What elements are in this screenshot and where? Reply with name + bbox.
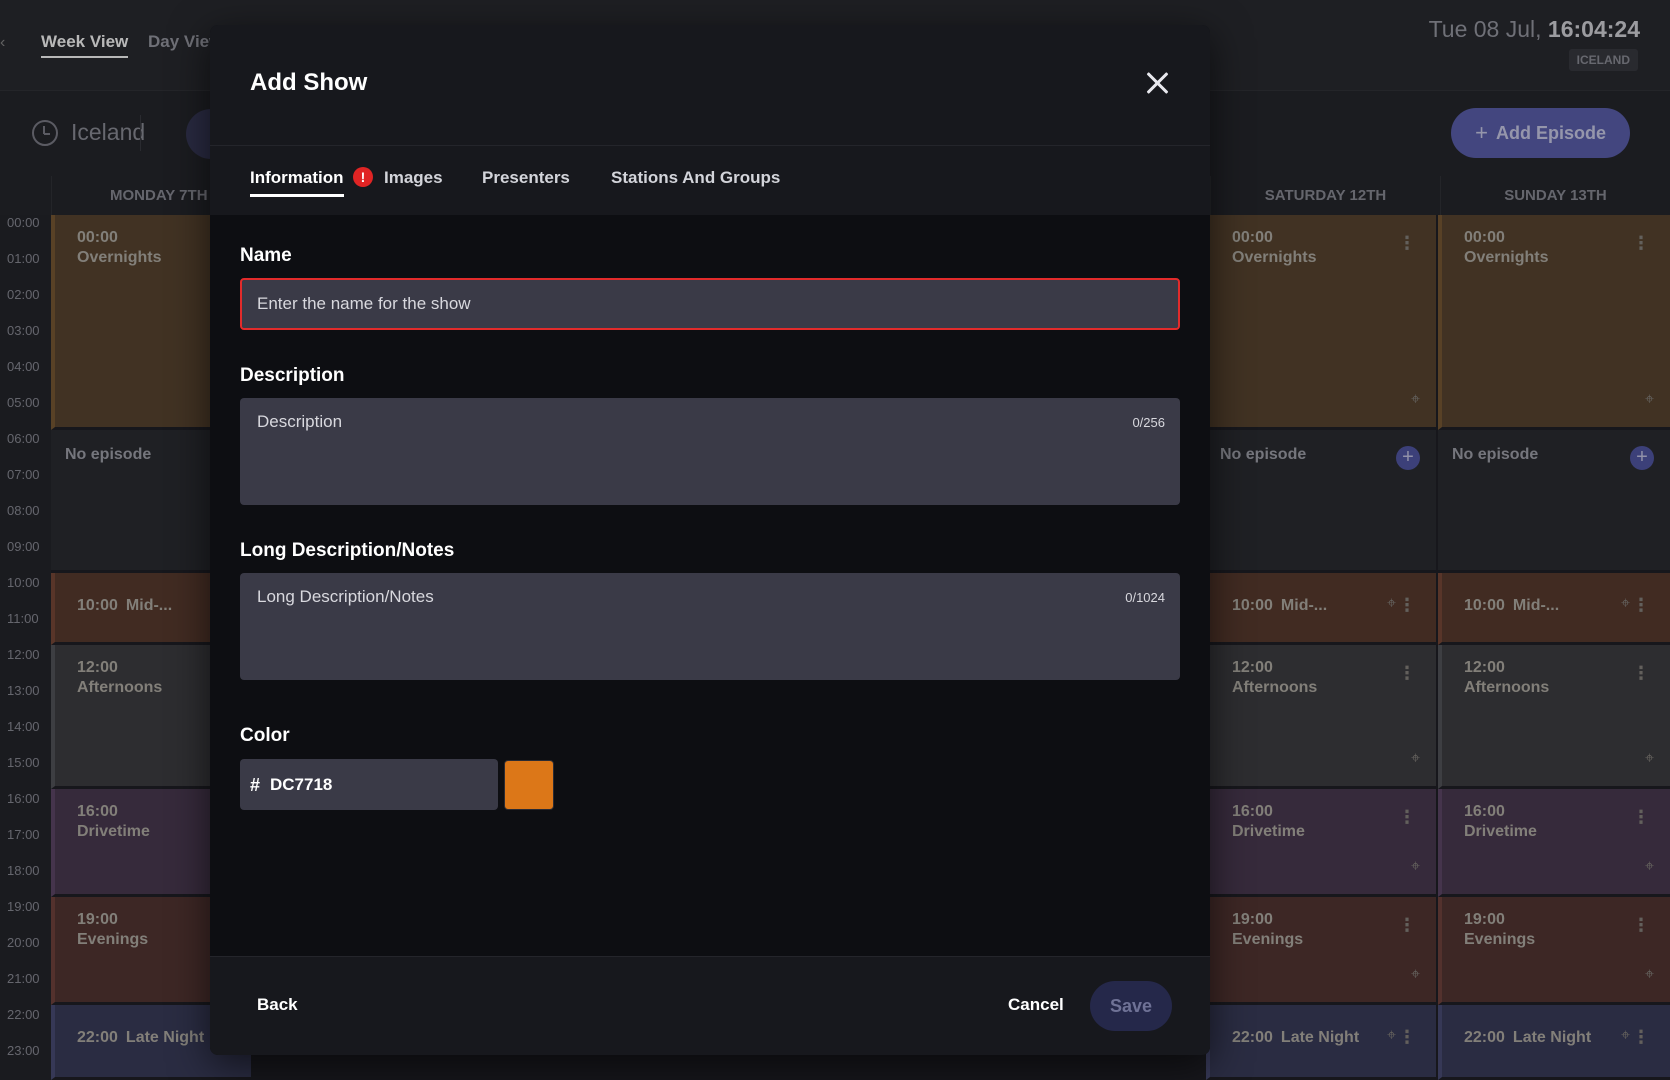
color-field: # <box>240 759 498 810</box>
cancel-button[interactable]: Cancel <box>1008 995 1064 1015</box>
save-button[interactable]: Save <box>1090 981 1172 1031</box>
long-description-label: Long Description/Notes <box>240 540 455 561</box>
description-char-counter: 0/256 <box>1132 415 1165 430</box>
back-button[interactable]: Back <box>257 995 298 1015</box>
tab-presenters[interactable]: Presenters <box>482 168 570 188</box>
description-field: 0/256 <box>240 398 1180 505</box>
dialog-title: Add Show <box>250 69 368 96</box>
color-label: Color <box>240 725 290 746</box>
dialog-footer: Back Cancel Save <box>210 956 1210 1055</box>
name-input[interactable] <box>240 278 1180 330</box>
error-icon: ! <box>353 167 373 187</box>
description-input[interactable] <box>240 398 1180 505</box>
long-description-input[interactable] <box>240 573 1180 680</box>
hash-prefix: # <box>250 775 261 795</box>
description-label: Description <box>240 365 345 386</box>
long-description-char-counter: 0/1024 <box>1125 590 1165 605</box>
name-label: Name <box>240 245 292 266</box>
color-hex-input[interactable] <box>268 759 493 810</box>
dialog-header: Add Show <box>210 25 1210 145</box>
close-icon[interactable] <box>1144 69 1172 97</box>
tab-information[interactable]: Information <box>250 168 344 197</box>
color-swatch[interactable] <box>504 760 554 810</box>
tab-stations-and-groups[interactable]: Stations And Groups <box>611 168 780 188</box>
dialog-tabs: Information ! Images Presenters Stations… <box>210 145 1210 215</box>
tab-images[interactable]: Images <box>384 168 443 188</box>
long-description-field: 0/1024 <box>240 573 1180 680</box>
add-show-dialog: Add Show Information ! Images Presenters… <box>210 25 1210 1055</box>
